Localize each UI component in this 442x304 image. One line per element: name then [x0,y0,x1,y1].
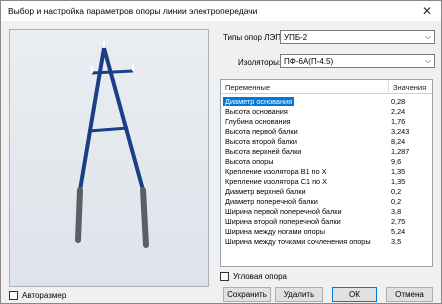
close-icon[interactable]: ✕ [413,1,441,21]
table-row[interactable]: Диаметр поперечной балки 0,2 [221,196,432,206]
table-row[interactable]: Высота основания 2,24 [221,106,432,116]
ok-button[interactable]: ОК [332,287,377,302]
parameter-value[interactable]: 0,2 [391,187,401,196]
parameter-value[interactable]: 5,24 [391,227,405,236]
chevron-down-icon: ⌵ [424,32,431,41]
table-row[interactable]: Высота опоры 9,6 [221,156,432,166]
insulator-value: ПФ-6А(П-4.5) [284,57,334,66]
parameters-table[interactable]: Переменные Значения Диаметр основания 0,2… [220,79,433,267]
delete-button[interactable]: Удалить [275,287,323,302]
parameter-value[interactable]: 1,287 [391,147,409,156]
parameter-name: Высота верхней балки [225,147,302,156]
autosize-label: Авторазмер [22,291,67,300]
table-row[interactable]: Ширина между точками сочленения опоры 3,5 [221,236,432,246]
parameter-value[interactable]: 3,243 [391,127,409,136]
parameter-value[interactable]: 2,24 [391,107,405,116]
support-type-label: Типы опор ЛЭП: [223,33,284,42]
title-bar: Выбор и настройка параметров опоры линии… [1,1,441,21]
parameter-name: Ширина первой поперечной балки [225,207,342,216]
parameter-value[interactable]: 3,5 [391,237,401,246]
parameter-name: Высота основания [225,107,288,116]
parameter-value[interactable]: 1,76 [391,117,405,126]
tower-left-base [75,187,83,243]
tower-right-base [140,187,149,248]
parameter-name: Крепление изолятора B1 по X [225,167,327,176]
parameter-value[interactable]: 1,35 [391,167,405,176]
table-row[interactable]: Высота верхней балки 1,287 [221,146,432,156]
table-header: Переменные Значения [221,80,432,94]
autosize-checkbox-box[interactable] [9,291,18,300]
parameter-name: Диаметр поперечной балки [225,197,318,206]
window-title: Выбор и настройка параметров опоры линии… [8,6,258,16]
parameter-value[interactable]: 0,28 [391,97,405,106]
parameter-value[interactable]: 0,2 [391,197,401,206]
table-row[interactable]: Глубина основания 1,76 [221,116,432,126]
parameter-name: Ширина между ногами опоры [225,227,325,236]
parameter-name: Диаметр основания [223,97,295,106]
dialog-window: Выбор и настройка параметров опоры линии… [0,0,442,304]
parameter-name: Глубина основания [225,117,291,126]
insulator-select[interactable]: ПФ-6А(П-4.5) ⌵ [280,54,435,68]
parameter-value[interactable]: 9,6 [391,157,401,166]
table-row[interactable]: Высота первой балки 3,243 [221,126,432,136]
insulator-label: Изоляторы: [238,58,282,67]
corner-support-checkbox[interactable]: Угловая опора [220,272,287,281]
cancel-button[interactable]: Отмена [386,287,433,302]
tower-model-illustration [10,30,208,286]
parameter-name: Высота второй балки [225,137,297,146]
parameter-value[interactable]: 3,8 [391,207,401,216]
table-body: Диаметр основания 0,28 Высота основания 2,2… [221,96,432,246]
parameter-name: Высота опоры [225,157,274,166]
parameter-name: Высота первой балки [225,127,298,136]
parameter-name: Крепление изолятора C1 по X [225,177,327,186]
table-row[interactable]: Крепление изолятора C1 по X 1,35 [221,176,432,186]
table-row[interactable]: Крепление изолятора B1 по X 1,35 [221,166,432,176]
support-type-select[interactable]: УПБ-2 ⌵ [280,30,435,44]
support-type-value: УПБ-2 [284,33,308,42]
table-row[interactable]: Ширина между ногами опоры 5,24 [221,226,432,236]
chevron-down-icon: ⌵ [424,56,431,65]
table-row[interactable]: Ширина первой поперечной балки 3,8 [221,206,432,216]
column-divider[interactable] [388,80,389,94]
parameter-value[interactable]: 1,35 [391,177,405,186]
corner-support-label: Угловая опора [233,272,287,281]
parameter-name: Ширина второй поперечной балки [225,217,341,226]
table-row[interactable]: Диаметр основания 0,28 [221,96,432,106]
table-row[interactable]: Диаметр верхней балки 0,2 [221,186,432,196]
corner-support-checkbox-box[interactable] [220,272,229,281]
column-header-values[interactable]: Значения [393,83,426,92]
parameter-name: Ширина между точками сочленения опоры [225,237,371,246]
table-row[interactable]: Высота второй балки 8,24 [221,136,432,146]
parameter-name: Диаметр верхней балки [225,187,306,196]
tower-preview-viewport[interactable] [9,29,209,287]
save-button[interactable]: Сохранить [223,287,271,302]
table-row[interactable]: Ширина второй поперечной балки 2,75 [221,216,432,226]
autosize-checkbox[interactable]: Авторазмер [9,291,66,300]
parameter-value[interactable]: 2,75 [391,217,405,226]
parameter-value[interactable]: 8,24 [391,137,405,146]
tower-top-beam [91,69,134,75]
column-header-variables[interactable]: Переменные [225,83,270,92]
